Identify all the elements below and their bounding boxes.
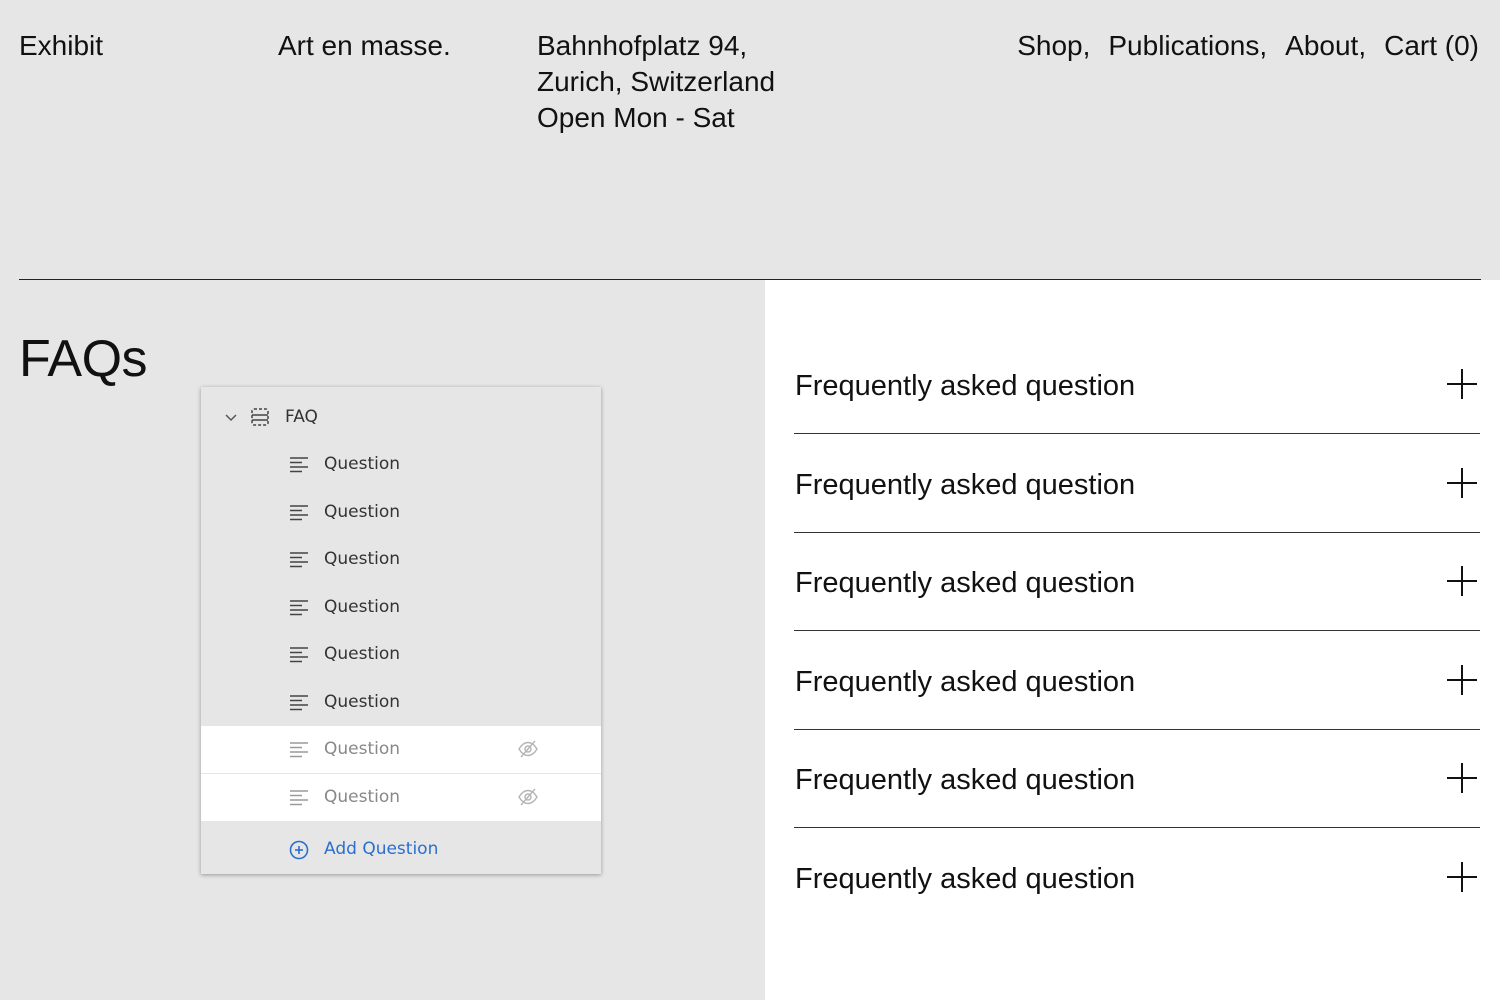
- tree-node-label: FAQ: [285, 407, 318, 427]
- tree-node-label: Question: [324, 786, 401, 807]
- text-lines-icon: [290, 742, 308, 758]
- tree-node-question[interactable]: Question: [201, 631, 601, 678]
- tree-node-label: Question: [324, 739, 401, 759]
- chevron-down-icon[interactable]: [223, 409, 239, 425]
- nav-shop-link[interactable]: Shop,: [1017, 28, 1090, 64]
- tree-node-faq[interactable]: FAQ: [201, 394, 601, 441]
- brand-logo[interactable]: Exhibit: [19, 28, 103, 64]
- plus-icon[interactable]: [1446, 861, 1478, 893]
- tree-node-question[interactable]: Question: [201, 536, 601, 583]
- page-title: FAQs: [19, 330, 148, 388]
- faq-item[interactable]: Frequently asked question: [794, 646, 1480, 744]
- tree-node-label: Question: [324, 691, 401, 712]
- text-lines-icon: [290, 789, 308, 805]
- faq-question-text[interactable]: Frequently asked question: [795, 467, 1135, 503]
- faq-item[interactable]: Frequently asked question: [794, 547, 1480, 645]
- faq-divider: [794, 433, 1480, 434]
- text-lines-icon: [290, 694, 308, 710]
- address-line-city: Zurich, Switzerland: [537, 66, 776, 97]
- text-lines-icon: [290, 599, 308, 615]
- faq-divider: [794, 630, 1480, 631]
- eye-off-icon[interactable]: [517, 786, 539, 808]
- add-question-label: Add Question: [324, 839, 439, 859]
- eye-off-icon[interactable]: [517, 738, 539, 760]
- tree-node-question[interactable]: Question: [201, 441, 601, 488]
- text-lines-icon: [290, 552, 308, 568]
- faq-divider: [794, 827, 1480, 828]
- tree-node-question[interactable]: Question: [201, 489, 601, 536]
- tree-node-label: Question: [324, 644, 401, 664]
- main-nav: Shop, Publications, About, Cart (0): [1017, 28, 1479, 64]
- address-line-street: Bahnhofplatz 94,: [537, 30, 748, 61]
- nav-cart-link[interactable]: Cart (0): [1384, 28, 1479, 64]
- tree-node-question[interactable]: Question: [201, 773, 601, 821]
- tagline: Art en masse.: [278, 30, 451, 61]
- tree-node-question[interactable]: Question: [201, 584, 601, 631]
- faq-divider: [794, 729, 1480, 730]
- plus-icon[interactable]: [1446, 664, 1478, 696]
- faq-item[interactable]: Frequently asked question: [794, 449, 1480, 547]
- faq-question-text[interactable]: Frequently asked question: [795, 565, 1135, 601]
- faq-divider: [794, 532, 1480, 533]
- add-circle-icon: [289, 840, 309, 860]
- text-lines-icon: [290, 504, 308, 520]
- nav-about-link[interactable]: About,: [1285, 28, 1366, 64]
- faq-structure-panel: FAQ Question Question Question Question Ques…: [201, 387, 601, 874]
- tree-node-question[interactable]: Question: [201, 679, 601, 726]
- tree-node-question[interactable]: Question: [201, 726, 601, 773]
- plus-icon[interactable]: [1446, 368, 1478, 400]
- address-block: Bahnhofplatz 94, Zurich, Switzerland Ope…: [537, 28, 775, 136]
- faq-question-text[interactable]: Frequently asked question: [795, 762, 1135, 798]
- faq-item[interactable]: Frequently asked question: [794, 843, 1480, 941]
- nav-publications-link[interactable]: Publications,: [1108, 28, 1267, 64]
- accordion-icon: [251, 408, 269, 426]
- tree-node-label: Question: [324, 549, 401, 569]
- address-line-hours: Open Mon - Sat: [537, 102, 735, 133]
- text-lines-icon: [290, 647, 308, 663]
- plus-icon[interactable]: [1446, 467, 1478, 499]
- faq-question-text[interactable]: Frequently asked question: [795, 861, 1135, 897]
- faq-question-text[interactable]: Frequently asked question: [795, 368, 1135, 404]
- faq-item[interactable]: Frequently asked question: [794, 744, 1480, 842]
- plus-icon[interactable]: [1446, 565, 1478, 597]
- add-question-button[interactable]: Add Question: [201, 826, 601, 873]
- faq-item[interactable]: Frequently asked question: [794, 350, 1480, 448]
- tree-node-label: Question: [324, 501, 401, 522]
- tree-node-label: Question: [324, 454, 401, 474]
- tree-node-label: Question: [324, 596, 401, 617]
- text-lines-icon: [290, 457, 308, 473]
- faq-question-text[interactable]: Frequently asked question: [795, 664, 1135, 700]
- plus-icon[interactable]: [1446, 762, 1478, 794]
